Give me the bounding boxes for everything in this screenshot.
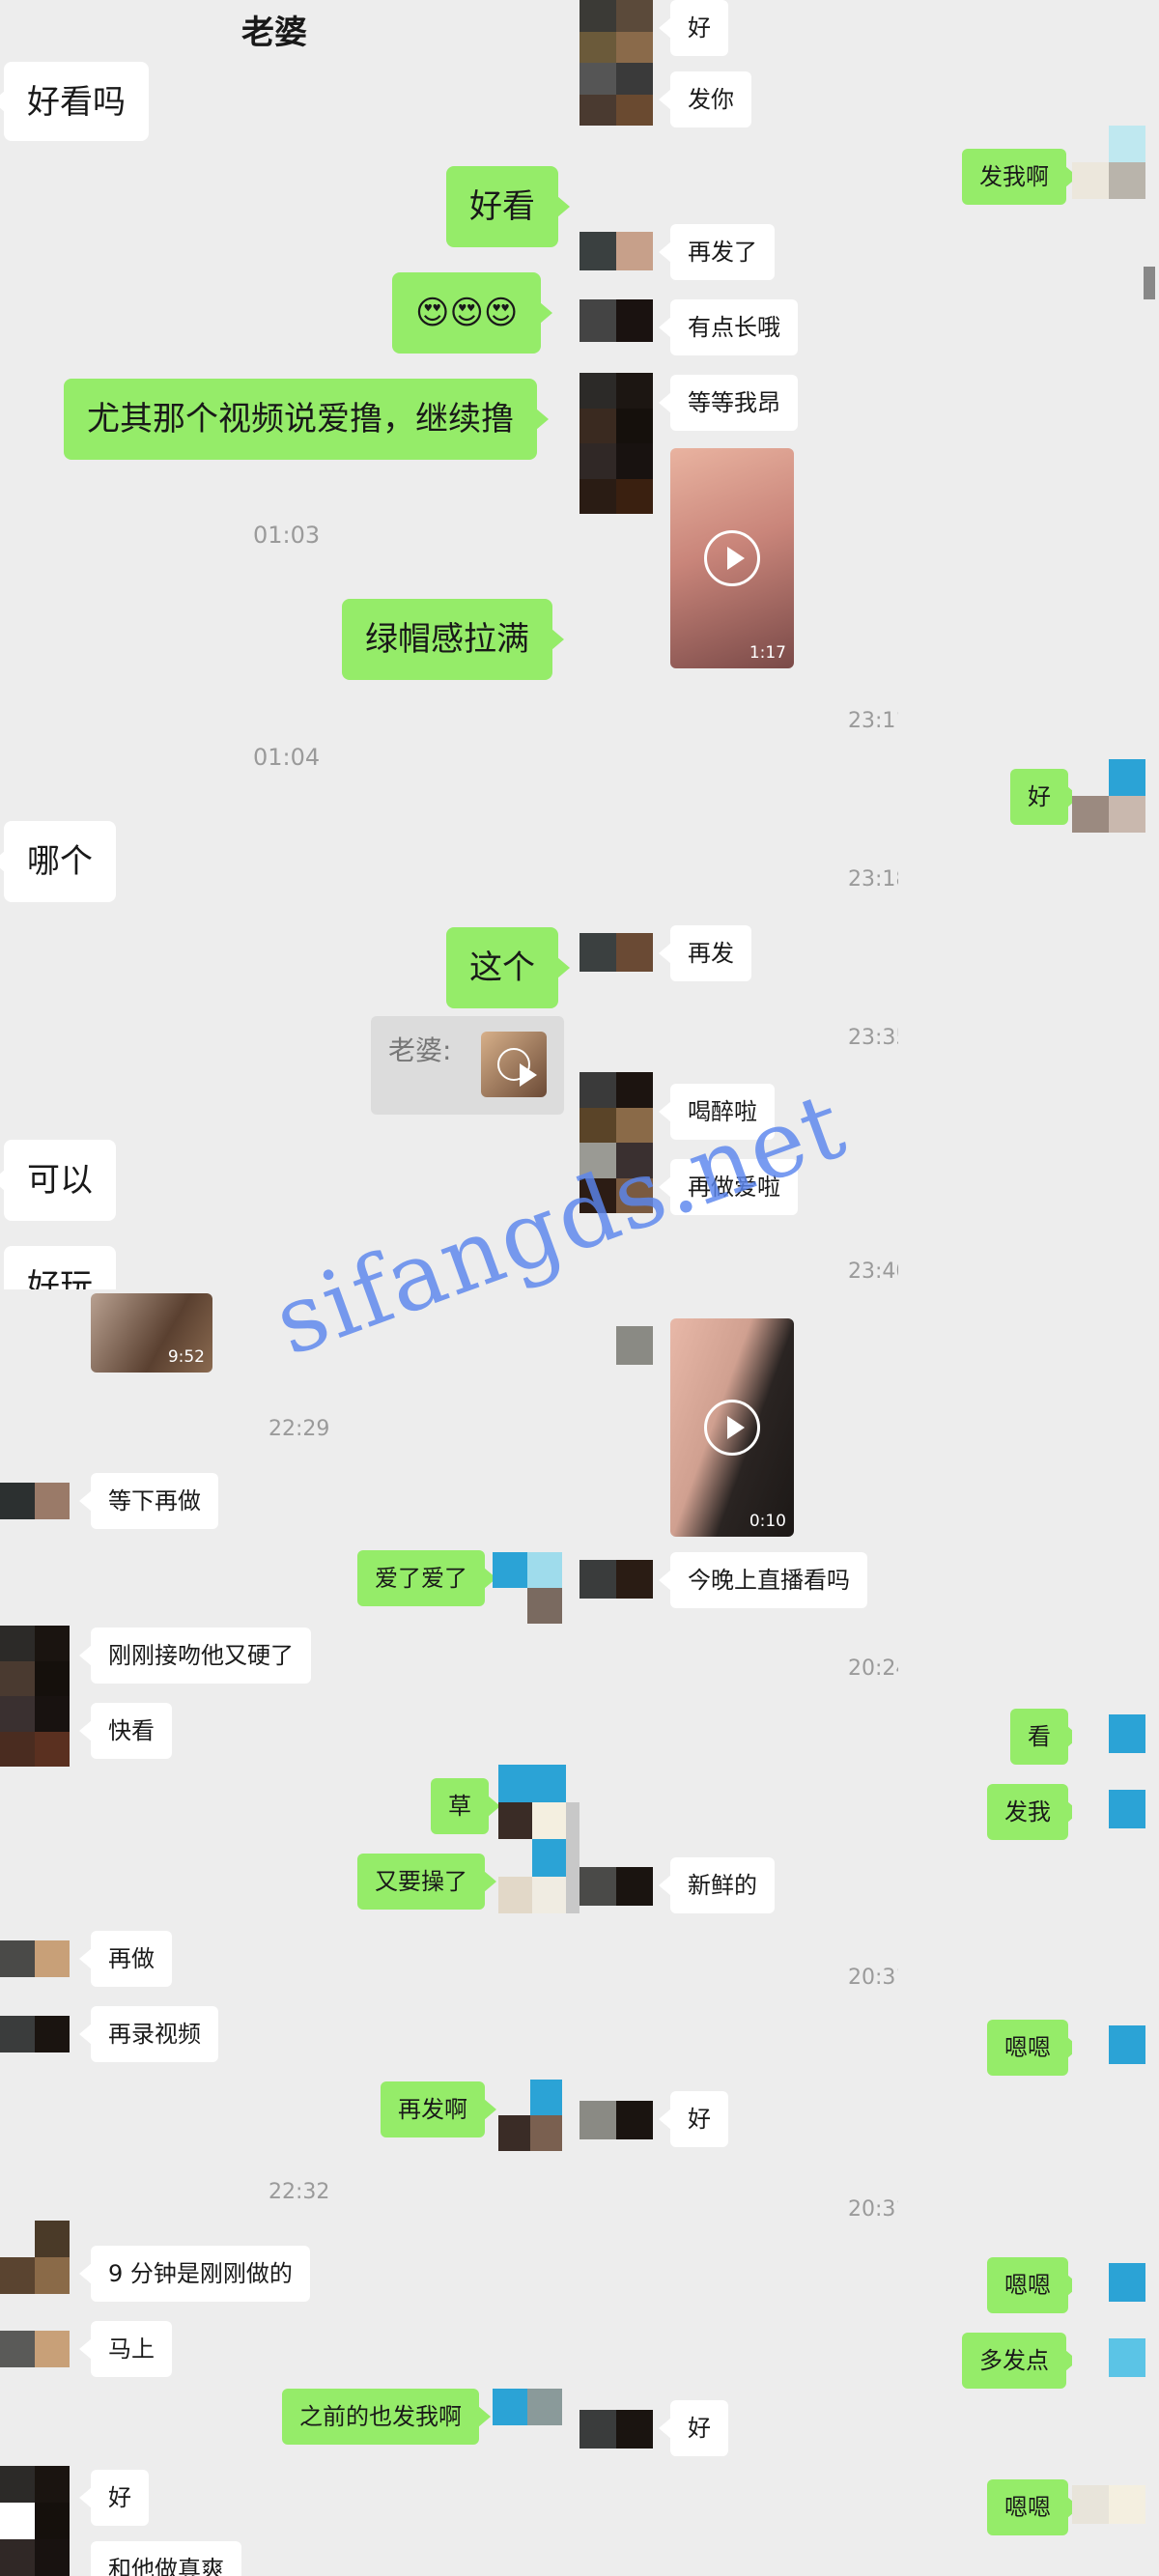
blurred-avatar <box>580 373 653 514</box>
blurred-avatar <box>498 2080 562 2151</box>
message-bubble[interactable]: 马上 <box>79 2321 172 2377</box>
blurred-avatar <box>580 1326 653 1365</box>
chat-panel-lower-left: 9:52 22:29 等下再做 爱了爱了 刚刚接吻他又硬了 快看 草 又要操了 … <box>0 1289 580 2576</box>
message-bubble[interactable]: 哪个 <box>0 821 116 902</box>
blurred-avatar <box>0 2221 70 2294</box>
chat-title: 老婆 <box>241 14 307 52</box>
message-bubble[interactable]: 好 <box>659 2400 728 2456</box>
timestamp: 23:40 <box>848 1260 898 1284</box>
message-bubble[interactable]: 绿帽感拉满 <box>342 599 564 680</box>
blurred-avatar <box>493 1552 562 1624</box>
blurred-avatar <box>1072 759 1145 833</box>
chat-panel-top-right: 发我啊 好 <box>898 0 1159 1289</box>
message-bubble[interactable]: 之前的也发我啊 <box>282 2389 491 2445</box>
video-duration: 1:17 <box>749 643 786 663</box>
blurred-avatar <box>493 2389 562 2425</box>
blurred-avatar <box>0 2016 70 2052</box>
chat-panel-top-left: 老婆 好看吗 好看 😍😍😍 尤其那个视频说爱撸，继续撸 01:03 绿帽感拉满 … <box>0 0 580 1289</box>
message-bubble[interactable]: 看 <box>1010 1709 1080 1765</box>
message-bubble[interactable]: 好玩 <box>4 1246 116 1289</box>
blurred-avatar <box>0 2466 70 2576</box>
blurred-avatar <box>580 2410 653 2449</box>
blurred-avatar <box>1072 2485 1145 2524</box>
message-bubble[interactable]: 又要操了 <box>357 1854 496 1910</box>
blurred-avatar <box>1072 1790 1145 1828</box>
message-bubble[interactable]: 发你 <box>659 71 751 127</box>
quote-label: 老婆: <box>388 1034 452 1066</box>
blurred-avatar <box>1072 2338 1145 2377</box>
blurred-avatar <box>0 1940 70 1977</box>
message-bubble[interactable]: 和他做真爽 <box>91 2541 241 2576</box>
message-bubble[interactable]: 尤其那个视频说爱撸，继续撸 <box>64 379 549 460</box>
message-bubble[interactable]: 爱了爱了 <box>357 1550 496 1606</box>
message-bubble[interactable]: 😍😍😍 <box>392 272 553 354</box>
blurred-avatar <box>580 232 653 270</box>
blurred-avatar <box>580 1560 653 1599</box>
message-bubble[interactable]: 好 <box>659 2091 728 2147</box>
video-duration: 9:52 <box>167 1347 205 1367</box>
message-bubble[interactable]: 再录视频 <box>79 2006 218 2062</box>
message-bubble[interactable]: 好看吗 <box>0 62 149 141</box>
message-bubble[interactable]: 好看 <box>446 166 570 247</box>
timestamp: 01:03 <box>253 522 321 549</box>
blurred-avatar <box>580 933 653 972</box>
blurred-avatar <box>0 2331 70 2367</box>
quote-video-thumbnail[interactable] <box>481 1032 547 1097</box>
message-bubble[interactable]: 发我 <box>987 1784 1080 1840</box>
blurred-avatar <box>0 1626 70 1767</box>
timestamp: 20:24 <box>848 1656 898 1681</box>
message-bubble[interactable]: 等等我昂 <box>659 375 798 431</box>
blurred-avatar <box>498 1765 580 1913</box>
blurred-avatar <box>580 0 653 126</box>
message-bubble[interactable]: 刚刚接吻他又硬了 <box>79 1628 311 1684</box>
timestamp: 22:29 <box>269 1417 330 1441</box>
blurred-avatar <box>580 2101 653 2139</box>
blurred-avatar <box>580 299 653 342</box>
blurred-avatar <box>1072 1714 1145 1753</box>
message-bubble[interactable]: 多发点 <box>962 2333 1078 2389</box>
message-bubble[interactable]: 可以 <box>0 1140 116 1221</box>
message-bubble[interactable]: 好 <box>1010 769 1080 825</box>
edge-fragment <box>1144 267 1155 299</box>
chat-panel-lower-right: 看 发我 嗯嗯 嗯嗯 多发点 嗯嗯 <box>898 1289 1159 2576</box>
blurred-avatar <box>1072 126 1145 199</box>
video-message[interactable]: 0:10 <box>670 1318 794 1537</box>
message-bubble[interactable]: 嗯嗯 <box>987 2257 1080 2313</box>
blurred-avatar <box>1072 2025 1145 2064</box>
video-duration: 0:10 <box>749 1512 786 1531</box>
message-bubble[interactable]: 嗯嗯 <box>987 2479 1080 2535</box>
message-bubble[interactable]: 有点长哦 <box>659 299 798 355</box>
message-bubble[interactable]: 好 <box>79 2470 149 2526</box>
message-bubble[interactable]: 9 分钟是刚刚做的 <box>79 2246 310 2302</box>
blurred-avatar <box>0 1483 70 1519</box>
timestamp: 20:31 <box>848 1966 898 1990</box>
message-bubble[interactable]: 这个 <box>446 927 570 1008</box>
message-bubble[interactable]: 新鲜的 <box>659 1857 775 1913</box>
video-message[interactable]: 1:17 <box>670 448 794 668</box>
timestamp: 23:35 <box>848 1026 898 1050</box>
blurred-avatar <box>580 1867 653 1906</box>
message-bubble[interactable]: 发我啊 <box>962 149 1078 205</box>
chat-panel-lower-middle: 0:10 今晚上直播看吗 20:24 新鲜的 20:31 好 20:31 好 <box>580 1289 898 2576</box>
message-bubble[interactable]: 快看 <box>79 1703 172 1759</box>
message-bubble[interactable]: 嗯嗯 <box>987 2020 1080 2076</box>
timestamp: 01:04 <box>253 744 321 771</box>
message-bubble[interactable]: 草 <box>431 1778 500 1834</box>
video-message[interactable]: 9:52 <box>91 1293 212 1373</box>
message-bubble[interactable]: 再发了 <box>659 224 775 280</box>
message-bubble[interactable]: 好 <box>659 0 728 56</box>
message-bubble[interactable]: 再做 <box>79 1931 172 1987</box>
timestamp: 23:18 <box>848 867 898 892</box>
blurred-avatar <box>1072 2263 1145 2302</box>
quoted-video-card[interactable]: 老婆: <box>371 1016 564 1115</box>
message-bubble[interactable]: 等下再做 <box>79 1473 218 1529</box>
message-bubble[interactable]: 今晚上直播看吗 <box>659 1552 867 1608</box>
message-bubble[interactable]: 再发 <box>659 925 751 981</box>
timestamp: 23:11 <box>848 709 898 733</box>
message-bubble[interactable]: 再发啊 <box>381 2081 496 2137</box>
timestamp: 22:32 <box>269 2180 330 2204</box>
timestamp: 20:31 <box>848 2197 898 2222</box>
chat-panel-top-middle: 好 发你 再发了 有点长哦 等等我昂 1:17 23:11 23:18 再发 2… <box>580 0 898 1289</box>
